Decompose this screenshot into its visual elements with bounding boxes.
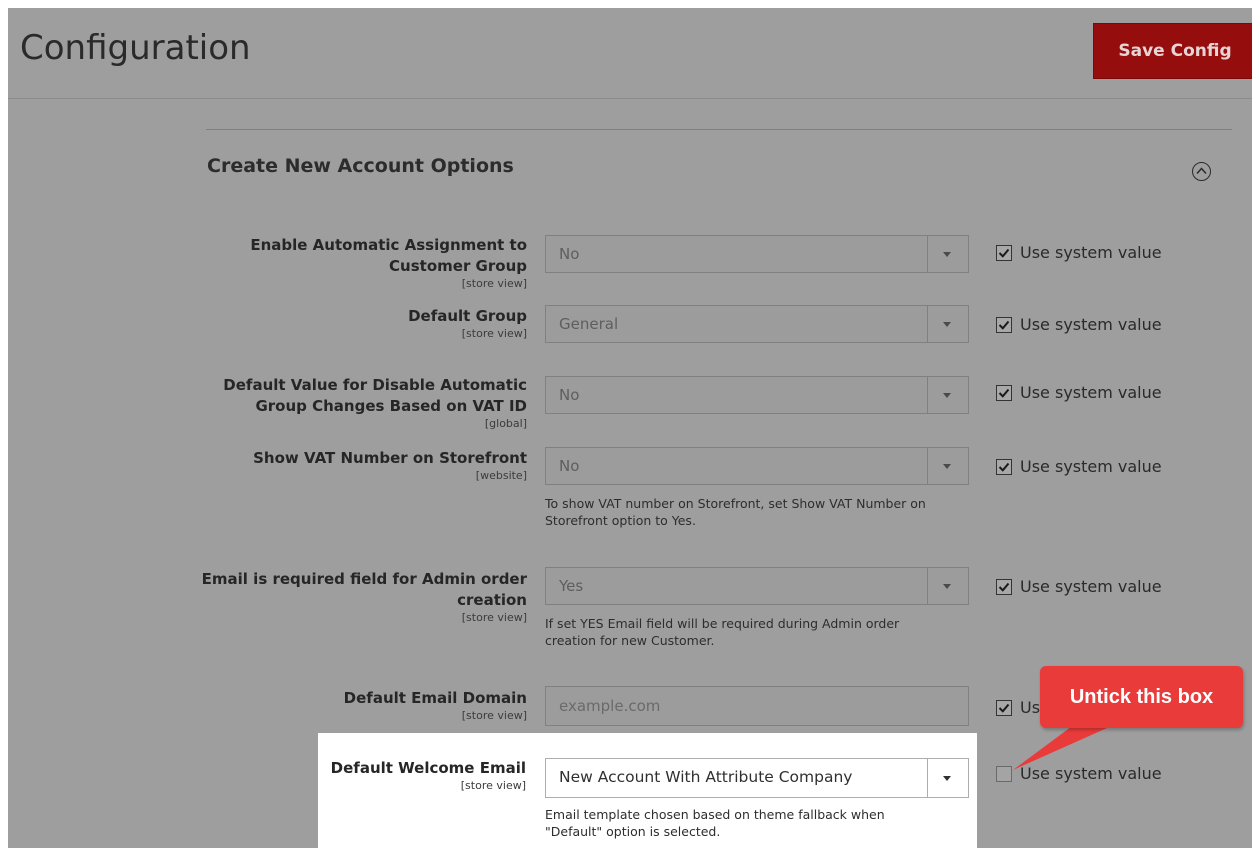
note-line: "Default" option is selected. [545,824,721,839]
page-frame: Configuration Save Config Create New Acc… [8,8,1252,848]
show-vat-select[interactable]: No [545,447,969,485]
label-line: creation [457,591,527,609]
field-note: Email template chosen based on theme fal… [545,806,975,840]
highlighted-field-area: Default Welcome Email [store view] New A… [318,733,977,848]
scope-label: [store view] [461,327,527,340]
email-domain-input[interactable]: example.com [545,686,969,726]
use-system-value-label: Use system value [1020,315,1162,334]
select-value: No [559,457,580,475]
field-note: If set YES Email field will be required … [545,615,975,649]
input-value: example.com [559,697,661,715]
use-system-value-label: Use system value [1020,457,1162,476]
scope-label: [store view] [461,611,527,624]
checkbox-checked[interactable] [996,459,1012,475]
scope-label: [store view] [461,709,527,722]
label-line: Group Changes Based on VAT ID [255,397,527,415]
scope-label: [store view] [461,277,527,290]
field-label-welcome-email: Default Welcome Email [store view] [331,758,526,792]
checkbox-checked[interactable] [996,245,1012,261]
dropdown-arrow-box [927,236,968,272]
annotation-callout: Untick this box [1040,666,1243,728]
chevron-down-icon [943,393,951,398]
label-line: Email is required field for Admin order [201,570,527,588]
chevron-down-icon [943,252,951,257]
callout-text: Untick this box [1069,686,1214,708]
select-value: No [559,245,580,263]
dropdown-arrow-box [927,759,968,797]
scope-label: [website] [475,469,527,482]
select-value: Yes [559,577,584,595]
label-line: Default Value for Disable Automatic [223,376,527,394]
checkbox-checked[interactable] [996,385,1012,401]
welcome-email-select[interactable]: New Account With Attribute Company [545,758,969,798]
use-system-value-label: Use system value [1020,577,1162,596]
default-group-select[interactable]: General [545,305,969,343]
dropdown-arrow-box [927,306,968,342]
field-label-disable-auto-group: Default Value for Disable Automatic Grou… [223,375,527,430]
checkbox-checked[interactable] [996,317,1012,333]
label-line: Default Group [408,307,527,325]
field-label-auto-assignment: Enable Automatic Assignment to Customer … [250,235,527,290]
dropdown-arrow-box [927,377,968,413]
chevron-up-circle-icon[interactable] [1192,162,1211,181]
scope-label: [global] [484,417,527,430]
email-required-select[interactable]: Yes [545,567,969,605]
disable-auto-group-select[interactable]: No [545,376,969,414]
field-label-show-vat: Show VAT Number on Storefront [website] [253,448,527,482]
label-line: Enable Automatic Assignment to [250,236,527,254]
label-line: Show VAT Number on Storefront [253,449,527,467]
select-value: General [559,315,619,333]
label-line: Customer Group [389,257,527,275]
checkbox-checked[interactable] [996,700,1012,716]
chevron-down-icon [943,776,951,781]
dropdown-arrow-box [927,568,968,604]
label-line: Default Welcome Email [330,759,526,777]
note-line: Storefront option to Yes. [545,513,696,528]
page-title: Configuration [20,28,251,68]
field-label-email-domain: Default Email Domain [store view] [344,688,527,722]
chevron-down-icon [943,322,951,327]
use-system-value-label: Use system value [1020,243,1162,262]
chevron-down-icon [943,584,951,589]
select-value: New Account With Attribute Company [559,768,853,786]
label-line: Default Email Domain [343,689,527,707]
field-label-email-required: Email is required field for Admin order … [202,569,527,624]
chevron-down-icon [943,464,951,469]
use-system-value-label: Use system value [1020,764,1162,783]
note-line: To show VAT number on Storefront, set Sh… [545,496,926,511]
dropdown-arrow-box [927,448,968,484]
select-value: No [559,386,580,404]
use-system-value-label: Use system value [1020,383,1162,402]
field-note: To show VAT number on Storefront, set Sh… [545,495,975,529]
checkbox-unchecked[interactable] [996,766,1012,782]
page-header: Configuration Save Config [8,8,1252,99]
note-line: creation for new Customer. [545,633,715,648]
note-line: If set YES Email field will be required … [545,616,900,631]
scope-label: [store view] [460,779,526,792]
checkbox-checked[interactable] [996,579,1012,595]
section-title[interactable]: Create New Account Options [207,155,514,177]
auto-assignment-select[interactable]: No [545,235,969,273]
field-label-default-group: Default Group [store view] [408,306,527,340]
use-system-value-label: Us [1020,698,1041,717]
section-divider [206,129,1232,130]
note-line: Email template chosen based on theme fal… [545,807,885,822]
save-config-button[interactable]: Save Config [1093,23,1252,79]
